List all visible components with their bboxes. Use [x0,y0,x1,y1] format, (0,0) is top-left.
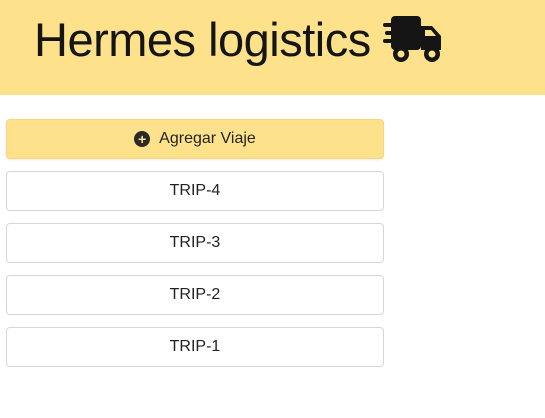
trip-item[interactable]: TRIP-4 [6,171,384,211]
add-trip-label: Agregar Viaje [159,130,256,147]
trip-label: TRIP-4 [169,182,221,199]
trip-list: + Agregar Viaje TRIP-4 TRIP-3 TRIP-2 TRI… [6,119,384,379]
brand: Hermes logistics [34,14,443,64]
add-trip-button[interactable]: + Agregar Viaje [6,119,384,159]
trip-label: TRIP-3 [169,234,221,251]
trip-item[interactable]: TRIP-1 [6,327,384,367]
trip-item[interactable]: TRIP-3 [6,223,384,263]
truck-fast-icon [382,16,441,62]
trip-item[interactable]: TRIP-2 [6,275,384,315]
app-title: Hermes logistics [34,12,371,66]
plus-circle-icon: + [134,131,151,147]
trip-label: TRIP-1 [169,338,221,355]
trip-label: TRIP-2 [169,286,221,303]
app-header: Hermes logistics [0,0,545,95]
